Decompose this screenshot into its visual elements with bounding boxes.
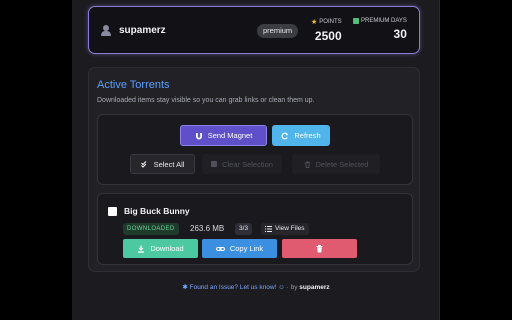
points-label: POINTS bbox=[319, 19, 342, 25]
square-icon bbox=[211, 161, 218, 167]
emoji-icon: ☺ bbox=[278, 284, 285, 291]
list-icon bbox=[265, 226, 272, 232]
view-files-label: View Files bbox=[275, 225, 305, 232]
torrent-size: 263.6 MB bbox=[190, 224, 225, 233]
username: supamerz bbox=[119, 25, 166, 36]
delete-selected-button[interactable]: Delete Selected bbox=[292, 154, 380, 174]
download-button[interactable]: Download bbox=[123, 239, 198, 258]
footer: ✱ Found an Issue? Let us know! ☺ · by su… bbox=[72, 283, 440, 291]
premium-badge: premium bbox=[257, 24, 299, 38]
extension-popup: supamerz premium ★ POINTS 2500 PREMIUM D… bbox=[72, 0, 440, 320]
view-files-button[interactable]: View Files bbox=[261, 223, 309, 235]
premium-days-label: PREMIUM DAYS bbox=[361, 18, 407, 24]
bug-icon: ✱ bbox=[182, 284, 188, 291]
clear-selection-label: Clear Selection bbox=[222, 159, 273, 169]
panel-edge bbox=[439, 0, 440, 320]
check-double-icon bbox=[140, 161, 146, 168]
premium-days-stat: PREMIUM DAYS 30 bbox=[353, 18, 407, 41]
copy-link-label: Copy Link bbox=[229, 244, 264, 253]
report-issue-link[interactable]: ✱ Found an Issue? Let us know! ☺ bbox=[182, 284, 286, 291]
refresh-button[interactable]: Refresh bbox=[272, 125, 330, 146]
refresh-label: Refresh bbox=[294, 131, 321, 140]
select-all-button[interactable]: Select All bbox=[130, 154, 195, 174]
delete-torrent-button[interactable] bbox=[282, 239, 357, 258]
points-stat: ★ POINTS 2500 bbox=[311, 18, 342, 43]
send-magnet-label: Send Magnet bbox=[207, 131, 253, 140]
user-icon bbox=[101, 25, 111, 36]
delete-selected-label: Delete Selected bbox=[315, 159, 369, 169]
footer-author: supamerz bbox=[299, 284, 330, 291]
report-issue-label: Found an Issue? Let us know! bbox=[189, 284, 277, 291]
star-icon: ★ bbox=[311, 19, 318, 26]
copy-link-button[interactable]: Copy Link bbox=[202, 239, 277, 258]
points-value: 2500 bbox=[314, 29, 342, 43]
torrent-controls: Send Magnet Refresh Select All Clear Sel… bbox=[97, 114, 413, 185]
section-description: Downloaded items stay visible so you can… bbox=[97, 97, 315, 104]
active-torrents-section: Active Torrents Downloaded items stay vi… bbox=[88, 67, 420, 272]
torrent-card: Big Buck Bunny DOWNLOADED 263.6 MB 3/3 V… bbox=[97, 193, 413, 265]
clear-selection-button[interactable]: Clear Selection bbox=[202, 154, 282, 174]
magnet-icon bbox=[195, 132, 202, 139]
refresh-icon bbox=[281, 132, 289, 139]
file-count-badge: 3/3 bbox=[235, 223, 253, 235]
torrent-name: Big Buck Bunny bbox=[124, 206, 190, 216]
footer-by: by bbox=[290, 284, 298, 291]
trash-icon bbox=[316, 244, 323, 252]
torrent-checkbox[interactable] bbox=[108, 207, 117, 216]
premium-days-value: 30 bbox=[393, 27, 407, 41]
download-icon bbox=[138, 245, 145, 253]
send-magnet-button[interactable]: Send Magnet bbox=[180, 125, 267, 146]
download-label: Download bbox=[150, 244, 184, 253]
trash-icon bbox=[304, 160, 310, 168]
status-badge: DOWNLOADED bbox=[123, 223, 179, 235]
link-icon bbox=[215, 246, 225, 251]
profile-card: supamerz premium ★ POINTS 2500 PREMIUM D… bbox=[88, 6, 420, 54]
section-title: Active Torrents bbox=[97, 79, 170, 91]
calendar-icon bbox=[353, 18, 359, 24]
select-all-label: Select All bbox=[153, 159, 185, 169]
